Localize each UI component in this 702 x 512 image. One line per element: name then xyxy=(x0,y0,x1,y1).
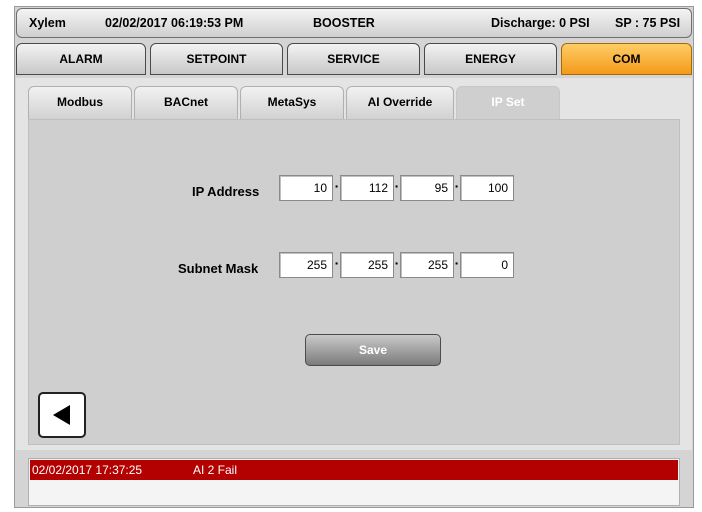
status-header: Xylem 02/02/2017 06:19:53 PM BOOSTER Dis… xyxy=(16,8,692,38)
left-triangle-icon xyxy=(53,405,70,425)
ip-octet-2-input[interactable]: 112 xyxy=(340,175,394,201)
tab-alarm[interactable]: ALARM xyxy=(16,43,146,75)
datetime-label: 02/02/2017 06:19:53 PM xyxy=(105,16,244,30)
mode-label: BOOSTER xyxy=(313,16,375,30)
tab-com[interactable]: COM xyxy=(561,43,692,75)
ip-address-label: IP Address xyxy=(192,184,260,199)
tab-setpoint[interactable]: SETPOINT xyxy=(150,43,283,75)
ip-octet-1-input[interactable]: 10 xyxy=(279,175,333,201)
subnet-mask-label: Subnet Mask xyxy=(178,261,259,276)
subtab-metasys[interactable]: MetaSys xyxy=(240,86,344,119)
subtab-ai-override[interactable]: AI Override xyxy=(346,86,454,119)
tab-energy[interactable]: ENERGY xyxy=(424,43,557,75)
discharge-label: Discharge: 0 PSI xyxy=(491,16,590,30)
subnet-octet-1-input[interactable]: 255 xyxy=(279,252,333,278)
alarm-timestamp: 02/02/2017 17:37:25 xyxy=(32,463,143,477)
subnet-octet-4-input[interactable]: 0 xyxy=(460,252,514,278)
save-button[interactable]: Save xyxy=(305,334,441,366)
subnet-octet-2-input[interactable]: 255 xyxy=(340,252,394,278)
alarm-list: 02/02/2017 17:37:25 AI 2 Fail xyxy=(28,458,680,506)
subnet-octet-3-input[interactable]: 255 xyxy=(400,252,454,278)
subtab-bacnet[interactable]: BACnet xyxy=(134,86,238,119)
tab-service[interactable]: SERVICE xyxy=(287,43,420,75)
setpoint-label: SP : 75 PSI xyxy=(615,16,681,30)
ip-set-content xyxy=(28,119,680,445)
alarm-message: AI 2 Fail xyxy=(193,463,238,477)
back-button[interactable] xyxy=(38,392,86,438)
brand-label: Xylem xyxy=(29,16,66,30)
alarm-row[interactable]: 02/02/2017 17:37:25 AI 2 Fail xyxy=(30,460,678,480)
ip-octet-4-input[interactable]: 100 xyxy=(460,175,514,201)
ip-octet-3-input[interactable]: 95 xyxy=(400,175,454,201)
subtab-ip-set[interactable]: IP Set xyxy=(456,86,560,119)
subtab-modbus[interactable]: Modbus xyxy=(28,86,132,119)
